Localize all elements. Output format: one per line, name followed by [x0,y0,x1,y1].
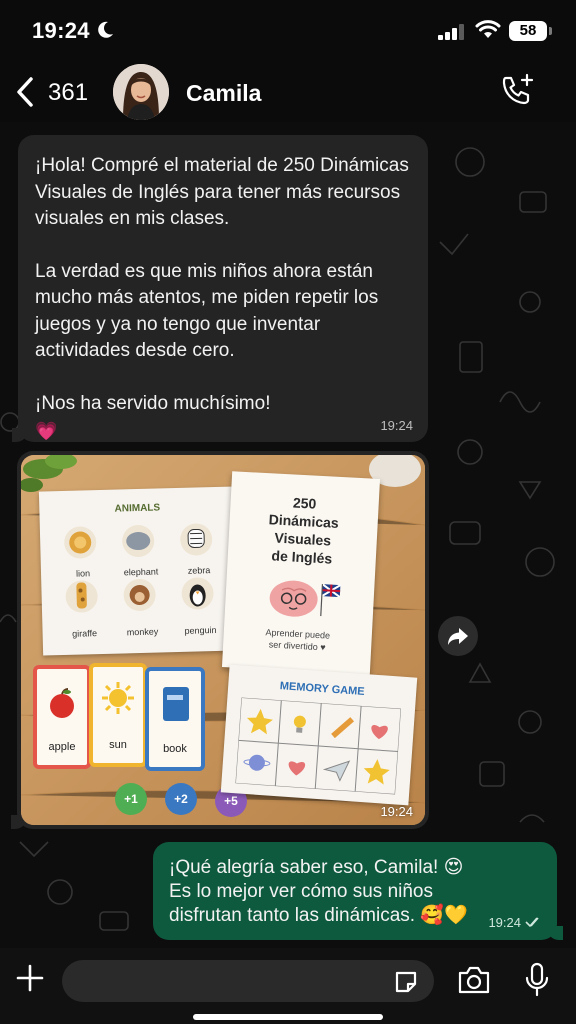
flashcard-label: book [163,743,187,755]
animal-label: penguin [184,624,217,636]
home-indicator [193,1014,383,1020]
animal-label: lion [75,568,91,579]
camera-icon[interactable] [456,964,492,996]
message-timestamp: 19:24 [488,915,521,930]
sticker-icon[interactable] [392,968,420,996]
contact-name[interactable]: Camila [186,80,261,107]
message-line: ¡Qué alegría saber eso, Camila! 😍 [169,857,464,878]
status-bar: 19:24 58 [0,0,576,64]
message-timestamp: 19:24 [380,804,413,819]
microphone-icon[interactable] [524,962,550,998]
status-time: 19:24 [32,18,90,43]
shared-photo[interactable]: ANIMALS lion elephant zebra giraffe monk… [21,455,425,825]
plus-icon[interactable] [14,962,46,994]
chat-header: 361 Camila [0,64,576,122]
chat-area[interactable]: ¡Hola! Compré el material de 250 Dinámic… [0,122,576,948]
outgoing-message-bubble[interactable]: ¡Qué alegría saber eso, Camila! 😍 Es lo … [153,842,563,940]
avatar[interactable] [113,64,169,120]
message-paragraph: La verdad es que mis niños ahora están m… [35,260,379,362]
message-input[interactable] [62,960,434,1002]
animal-label: monkey [126,626,159,638]
flashcard-label: apple [48,741,76,753]
phone-add-icon[interactable] [498,72,536,110]
message-line: Es lo mejor ver cómo sus niños [169,881,433,902]
forward-button[interactable] [438,616,478,656]
back-unread-count[interactable]: 361 [48,79,88,107]
memory-game-sheet: MEMORY GAME [220,664,418,806]
composer-bar [0,948,576,1024]
flashcard-label: sun [109,739,127,751]
message-paragraph: ¡Nos ha servido muchísimo! [35,392,271,414]
flashcard-apple: apple [33,665,91,769]
heart-emoji: 💗 [35,421,58,441]
wifi-icon [475,20,501,38]
message-paragraph: ¡Hola! Compré el material de 250 Dinámic… [35,155,409,229]
token-plus-one: +1 [115,783,147,815]
signal-icon [438,24,464,40]
animals-title: ANIMALS [114,502,161,515]
battery-icon: 58 [509,21,552,41]
book-cover: 250 Dinámicas Visuales de Inglés Aprende… [221,471,381,675]
token-plus-two: +2 [165,783,197,815]
animals-worksheet: ANIMALS lion elephant zebra giraffe monk… [38,486,240,656]
message-timestamp: 19:24 [380,418,413,433]
read-ticks-icon [525,917,539,928]
incoming-image-bubble[interactable]: ANIMALS lion elephant zebra giraffe monk… [11,451,429,829]
incoming-message-bubble[interactable]: ¡Hola! Compré el material de 250 Dinámic… [12,135,428,442]
animal-label: giraffe [72,628,98,639]
animal-label: zebra [187,565,211,576]
moon-icon [98,21,113,38]
animal-label: elephant [123,566,159,578]
flashcard-sun: sun [89,663,147,767]
flashcard-book: book [145,667,205,771]
message-line: disfrutan tanto las dinámicas. 🥰💛 [169,905,468,926]
brain-mascot-icon [269,580,341,617]
chevron-left-icon[interactable] [14,76,36,108]
forward-icon [448,628,468,645]
